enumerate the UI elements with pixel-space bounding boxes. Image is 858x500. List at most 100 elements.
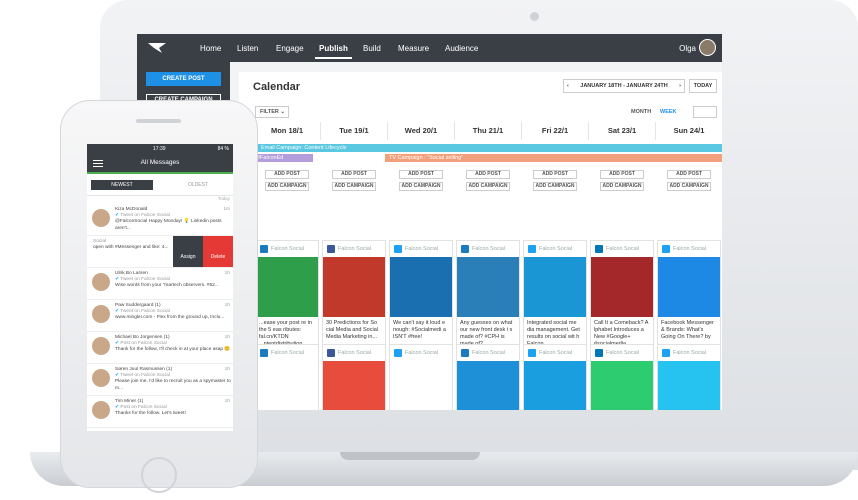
date-divider: Today bbox=[217, 196, 230, 201]
twitter-icon: ✔ bbox=[115, 277, 120, 283]
today-button[interactable]: TODAY bbox=[689, 79, 717, 93]
card-header: Falcon Social bbox=[390, 241, 452, 257]
battery-level: 84 % bbox=[217, 146, 229, 152]
prev-week-icon[interactable]: ‹ bbox=[567, 80, 569, 92]
date-range-picker[interactable]: ‹ JANUARY 18TH - JANUARY 24TH › bbox=[563, 79, 685, 93]
add-post-button[interactable]: ADD POST bbox=[533, 170, 577, 179]
user-name[interactable]: Olga bbox=[679, 44, 696, 53]
download-icon[interactable] bbox=[693, 106, 717, 118]
phone-frame: 17:39 84 % All Messages NEWEST OLDEST To… bbox=[60, 100, 258, 493]
twitter-icon: ✔ bbox=[115, 405, 120, 411]
nav-build[interactable]: Build bbox=[363, 44, 381, 53]
message-meta-text: Post on Falcon Social bbox=[120, 405, 167, 411]
phone-screen: 17:39 84 % All Messages NEWEST OLDEST To… bbox=[87, 144, 233, 431]
message-item[interactable]: Søren Juul Rasmussen (1) ✔ Tweet on Falc… bbox=[87, 364, 233, 396]
card-source: Falcon Social bbox=[338, 350, 372, 356]
add-campaign-button[interactable]: ADD CAMPAIGN bbox=[265, 182, 309, 191]
network-icon bbox=[394, 348, 402, 357]
next-week-icon[interactable]: › bbox=[679, 80, 681, 92]
avatar bbox=[92, 401, 110, 419]
post-card[interactable]: Falcon Social bbox=[657, 344, 721, 410]
message-meta-text: Tweet on Falcon Social bbox=[120, 309, 170, 315]
message-item-swiped[interactable]: Social open with #Messenger and like: 4.… bbox=[87, 236, 233, 268]
assign-button[interactable]: Assign bbox=[173, 236, 203, 267]
view-week-button[interactable]: WEEK bbox=[660, 106, 677, 118]
add-campaign-button[interactable]: ADD CAMPAIGN bbox=[600, 182, 644, 191]
campaign-bar-falconed[interactable]: #FalconEd bbox=[253, 154, 313, 162]
post-image bbox=[390, 257, 452, 317]
status-time: 17:39 bbox=[153, 146, 166, 152]
day-header: Mon 18/1 bbox=[253, 122, 320, 140]
day-column: ADD POST ADD CAMPAIGN bbox=[657, 170, 721, 194]
message-item[interactable]: Ulrik Bo Larsen ✔ Tweet on Falcon Social… bbox=[87, 268, 233, 300]
add-campaign-button[interactable]: ADD CAMPAIGN bbox=[332, 182, 376, 191]
avatar bbox=[92, 273, 110, 291]
day-header: Sat 23/1 bbox=[588, 122, 655, 140]
user-avatar[interactable] bbox=[699, 39, 716, 56]
post-image bbox=[256, 257, 318, 317]
tab-oldest[interactable]: OLDEST bbox=[167, 180, 229, 190]
network-icon bbox=[394, 244, 402, 253]
message-item[interactable]: Kiza McDonald ✔ Tweet on Falcon Social @… bbox=[87, 204, 233, 236]
campaign-bar-tv[interactable]: TV Campaign : "Social selling" bbox=[385, 154, 722, 162]
day-header: Fri 22/1 bbox=[521, 122, 588, 140]
add-post-button[interactable]: ADD POST bbox=[265, 170, 309, 179]
filter-dropdown[interactable]: FILTER ⌄ bbox=[255, 106, 289, 118]
message-item[interactable]: Paw Suddergaard (1) ✔ Tweet on Falcon So… bbox=[87, 300, 233, 332]
create-post-button[interactable]: CREATE POST bbox=[146, 72, 221, 86]
card-header: Falcon Social bbox=[323, 241, 385, 257]
speaker bbox=[136, 119, 181, 123]
avatar bbox=[92, 337, 110, 355]
card-header: Falcon Social bbox=[658, 345, 720, 361]
post-card[interactable]: Falcon Social bbox=[523, 344, 587, 410]
post-image bbox=[591, 257, 653, 317]
post-card[interactable]: Falcon Social Woo-hoo! Pleased an d exci… bbox=[389, 344, 453, 410]
twitter-icon: ✔ bbox=[115, 213, 120, 219]
day-header: Sun 24/1 bbox=[655, 122, 722, 140]
day-column: ADD POST ADD CAMPAIGN bbox=[456, 170, 520, 194]
message-time: 1m bbox=[223, 207, 230, 212]
nav-measure[interactable]: Measure bbox=[398, 44, 429, 53]
nav-listen[interactable]: Listen bbox=[237, 44, 258, 53]
network-icon bbox=[595, 348, 603, 357]
network-icon bbox=[662, 244, 670, 253]
day-header: Thu 21/1 bbox=[454, 122, 521, 140]
menu-icon[interactable] bbox=[93, 160, 103, 167]
add-campaign-button[interactable]: ADD CAMPAIGN bbox=[399, 182, 443, 191]
post-card[interactable]: Falcon Social bbox=[590, 344, 654, 410]
post-card[interactable]: Falcon Social bbox=[322, 344, 386, 410]
card-source: Falcon Social bbox=[673, 246, 707, 252]
add-post-button[interactable]: ADD POST bbox=[332, 170, 376, 179]
post-image bbox=[457, 361, 519, 410]
nav-audience[interactable]: Audience bbox=[445, 44, 478, 53]
message-item[interactable]: Michael Bo Jorgensen (1) ✔ Post on Falco… bbox=[87, 332, 233, 364]
home-button[interactable] bbox=[141, 457, 177, 493]
nav-publish[interactable]: Publish bbox=[315, 44, 352, 59]
post-image bbox=[256, 361, 318, 410]
post-card[interactable]: Falcon Social ...ng for last-min campaig… bbox=[255, 344, 319, 410]
message-item[interactable]: Tim Miner (1) ✔ Post on Falcon Social Th… bbox=[87, 396, 233, 428]
card-source: Falcon Social bbox=[338, 246, 372, 252]
add-campaign-button[interactable]: ADD CAMPAIGN bbox=[533, 182, 577, 191]
add-post-button[interactable]: ADD POST bbox=[667, 170, 711, 179]
nav-home[interactable]: Home bbox=[200, 44, 221, 53]
delete-button[interactable]: Delete bbox=[203, 236, 233, 267]
post-card[interactable]: Falcon Social bbox=[456, 344, 520, 410]
network-icon bbox=[595, 244, 603, 253]
add-campaign-button[interactable]: ADD CAMPAIGN bbox=[466, 182, 510, 191]
date-range: JANUARY 18TH - JANUARY 24TH bbox=[580, 83, 668, 89]
nav-engage[interactable]: Engage bbox=[276, 44, 304, 53]
campaign-bar-email[interactable]: Email Campaign: Content Lifecycle bbox=[253, 144, 722, 152]
page-title: Calendar bbox=[253, 81, 301, 93]
add-campaign-button[interactable]: ADD CAMPAIGN bbox=[667, 182, 711, 191]
falcon-logo-icon[interactable] bbox=[148, 42, 166, 54]
message-text: Please join me. I'd like to recruit you … bbox=[115, 379, 231, 391]
add-post-button[interactable]: ADD POST bbox=[466, 170, 510, 179]
post-image bbox=[390, 361, 452, 410]
add-post-button[interactable]: ADD POST bbox=[600, 170, 644, 179]
tab-newest[interactable]: NEWEST bbox=[91, 180, 153, 190]
add-post-button[interactable]: ADD POST bbox=[399, 170, 443, 179]
view-month-button[interactable]: MONTH bbox=[631, 106, 651, 118]
status-bar: 17:39 84 % bbox=[87, 144, 233, 154]
day-column: ADD POST ADD CAMPAIGN bbox=[523, 170, 587, 194]
